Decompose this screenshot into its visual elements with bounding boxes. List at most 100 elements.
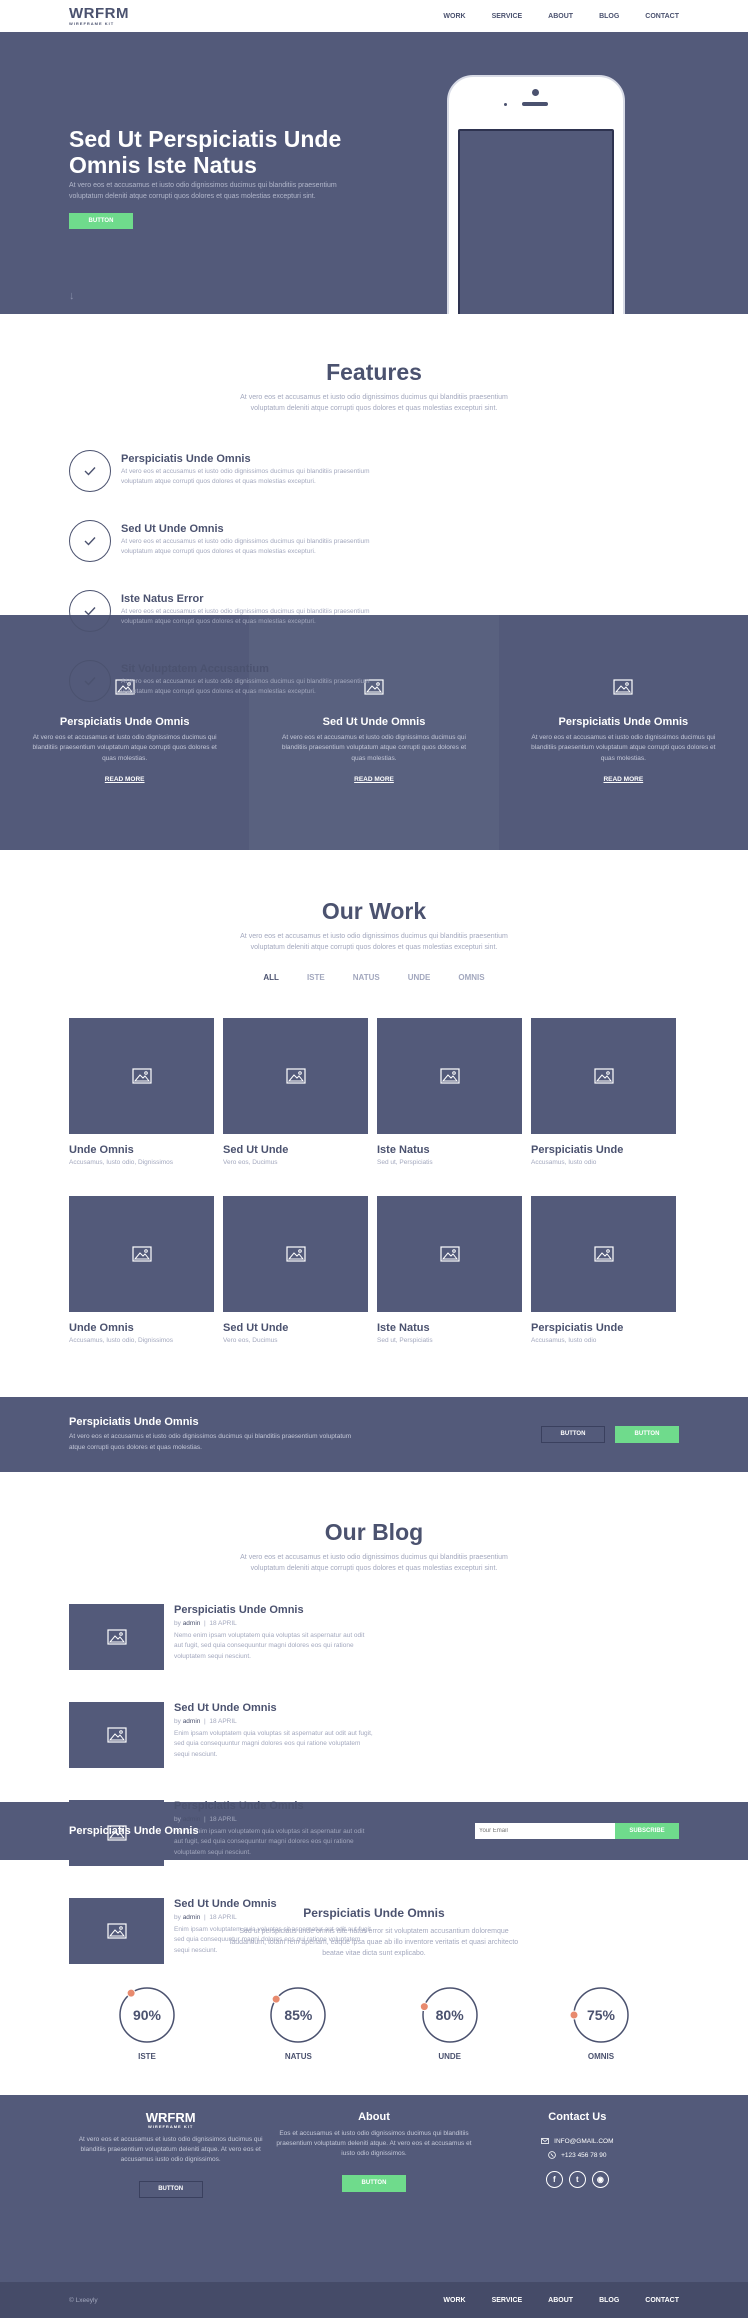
filter-all[interactable]: ALL [263, 973, 279, 982]
footer-logo[interactable]: WRFRM WIREFRAME KIT [146, 2111, 196, 2129]
work-description: At vero eos et accusamus et iusto odio d… [240, 933, 508, 952]
phone-mockup [447, 75, 625, 314]
contact-phone[interactable]: +123 456 78 90 [476, 2151, 679, 2159]
image-icon [593, 1068, 614, 1084]
footer-nav-link-blog[interactable]: BLOG [599, 2297, 619, 2304]
footer-green-button[interactable]: BUTTON [341, 2175, 406, 2193]
work-thumbnail[interactable] [69, 1196, 214, 1313]
brand-logo[interactable]: WRFRM WIREFRAME KIT [69, 6, 129, 26]
blog-thumbnail[interactable] [69, 1604, 164, 1671]
blog-post-author[interactable]: admin [183, 1718, 201, 1725]
work-thumbnail[interactable] [531, 1018, 676, 1135]
blog-post-meta: by admin | 18 APRIL [174, 1718, 237, 1726]
footer-nav-link-about[interactable]: ABOUT [548, 2297, 573, 2304]
hero-title: Sed Ut Perspiciatis Unde Omnis Iste Natu… [69, 126, 342, 179]
work-section: Our Work At vero eos et accusamus et ius… [0, 850, 748, 1397]
work-item-title: Sed Ut Unde [223, 1144, 289, 1157]
work-item[interactable]: Sed Ut Unde Vero eos, Ducimus [223, 1196, 368, 1374]
blog-post-title[interactable]: Perspiciatis Unde Omnis [174, 1604, 374, 1616]
blog-post-by: by [174, 1620, 181, 1628]
work-thumbnail[interactable] [377, 1196, 522, 1313]
top-navbar: WRFRM WIREFRAME KIT WORK SERVICE ABOUT B… [0, 0, 748, 32]
read-more-link[interactable]: READ MORE [249, 776, 498, 783]
blog-post-title[interactable]: Sed Ut Unde Omnis [174, 1702, 374, 1714]
cta-outline-button[interactable]: BUTTON [541, 1426, 605, 1443]
cta-section: Perspiciatis Unde Omnis At vero eos et a… [0, 1397, 748, 1472]
social-links: f t ◉ [476, 2171, 679, 2188]
skill-ring: 80% [419, 1984, 481, 2046]
footer-nav-link-service[interactable]: SERVICE [492, 2297, 523, 2304]
features-section: Features At vero eos et accusamus et ius… [0, 314, 748, 703]
nav-link-service[interactable]: SERVICE [492, 13, 523, 20]
work-item[interactable]: Perspiciatis Unde Accusamus, Iusto odio [531, 1196, 676, 1374]
footer-about-text: Eos et accusamus et iusto odio dignissim… [276, 2130, 472, 2158]
mail-icon [541, 2138, 550, 2144]
cta-green-button[interactable]: BUTTON [615, 1426, 679, 1443]
read-more-link[interactable]: READ MORE [0, 776, 249, 783]
work-thumbnail[interactable] [377, 1018, 522, 1135]
work-thumbnail[interactable] [69, 1018, 214, 1135]
read-more-link[interactable]: READ MORE [499, 776, 748, 783]
work-item-title: Iste Natus [377, 1144, 430, 1157]
work-item-tags: Accusamus, Iusto odio, Dignissimos [69, 1337, 174, 1345]
skill-percent: 75% [586, 2006, 615, 2023]
twitter-icon[interactable]: t [568, 2171, 586, 2188]
filter-unde[interactable]: UNDE [408, 973, 431, 982]
work-item-tags: Accusamus, Iusto odio [531, 1159, 597, 1167]
hero-button[interactable]: BUTTON [69, 213, 133, 229]
check-icon [69, 590, 111, 633]
feature-item: Sit Voluptatem Accusantium At vero eos et… [69, 660, 379, 730]
filter-natus[interactable]: NATUS [353, 973, 380, 982]
check-icon [69, 660, 111, 703]
work-item[interactable]: Sed Ut Unde Vero eos, Ducimus [223, 1018, 368, 1196]
skill-meter: 85% NATUS [260, 1984, 336, 2061]
work-item[interactable]: Perspiciatis Unde Accusamus, Iusto odio [531, 1018, 676, 1196]
arrow-down-icon[interactable]: ↓ [69, 290, 75, 302]
nav-link-about[interactable]: ABOUT [548, 13, 573, 20]
footer-nav-link-contact[interactable]: CONTACT [645, 2297, 679, 2304]
email-input[interactable] [475, 1823, 615, 1839]
skills-title: Perspiciatis Unde Omnis [303, 1906, 445, 1920]
work-item-title: Iste Natus [377, 1322, 430, 1335]
nav-link-blog[interactable]: BLOG [599, 13, 619, 20]
check-icon [69, 450, 111, 493]
skills-description: Sed ut perspiciatis unde omnis iste natu… [229, 1928, 519, 1958]
filter-omnis[interactable]: OMNIS [458, 973, 484, 982]
nav-link-work[interactable]: WORK [443, 13, 465, 20]
feature-text: At vero eos et accusamus et iusto odio d… [121, 678, 370, 696]
blog-section: Our Blog At vero eos et accusamus et ius… [0, 1472, 748, 1965]
footer-nav-link-work[interactable]: WORK [443, 2297, 465, 2304]
work-thumbnail[interactable] [223, 1196, 368, 1313]
work-thumbnail[interactable] [531, 1196, 676, 1313]
instagram-icon[interactable]: ◉ [591, 2171, 609, 2188]
facebook-icon[interactable]: f [545, 2171, 563, 2188]
footer-brand-column: WRFRM WIREFRAME KIT At vero eos et accus… [69, 2109, 272, 2199]
nav-link-contact[interactable]: CONTACT [645, 13, 679, 20]
subscribe-section: Perspiciatis Unde Omnis SUBSCRIBE [0, 1802, 748, 1860]
work-item[interactable]: Unde Omnis Accusamus, Iusto odio, Digniss… [69, 1018, 214, 1196]
skill-label: ISTE [138, 2051, 156, 2061]
contact-email[interactable]: INFO@GMAIL.COM [476, 2137, 679, 2145]
blog-post-author[interactable]: admin [183, 1620, 201, 1627]
filter-iste[interactable]: ISTE [307, 973, 325, 982]
subscribe-button[interactable]: SUBSCRIBE [615, 1823, 679, 1839]
features-title: Features [326, 359, 422, 385]
skill-ring: 90% [116, 1984, 178, 2046]
hero-subtitle: At vero eos et accusamus et iusto odio d… [69, 182, 337, 200]
feature-title: Sit Voluptatem Accusantium [121, 663, 269, 676]
work-item[interactable]: Iste Natus Sed ut, Perspiciatis [377, 1018, 522, 1196]
work-title: Our Work [321, 898, 427, 924]
image-icon [106, 1727, 127, 1743]
blog-thumbnail[interactable] [69, 1702, 164, 1769]
image-icon [439, 1068, 460, 1084]
footer-outline-button[interactable]: BUTTON [138, 2181, 203, 2199]
contact-phone-text: +123 456 78 90 [561, 2151, 607, 2159]
work-item[interactable]: Unde Omnis Accusamus, Iusto odio, Digniss… [69, 1196, 214, 1374]
work-item[interactable]: Iste Natus Sed ut, Perspiciatis [377, 1196, 522, 1374]
phone-sensor [504, 103, 507, 106]
work-item-title: Unde Omnis [69, 1322, 134, 1335]
image-icon [593, 1246, 614, 1262]
work-thumbnail[interactable] [223, 1018, 368, 1135]
image-icon [106, 1629, 127, 1645]
skill-percent: 80% [435, 2006, 464, 2023]
